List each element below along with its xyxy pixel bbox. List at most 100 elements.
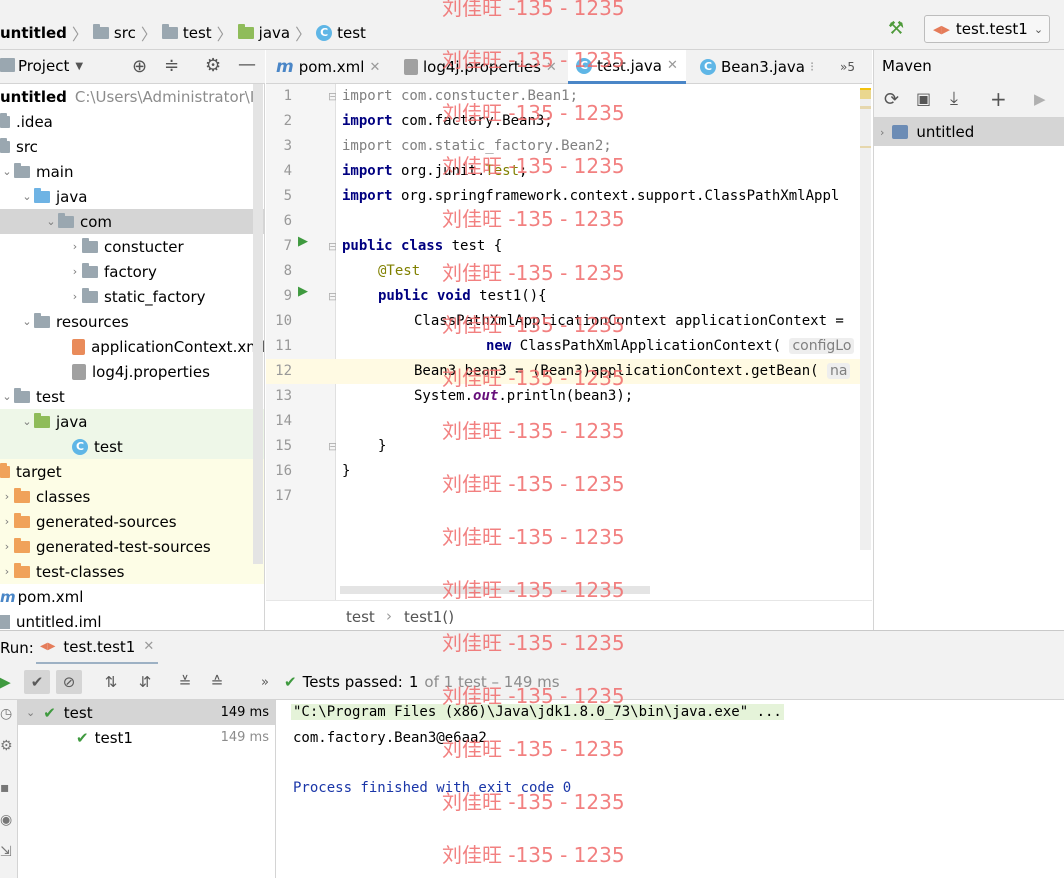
show-ignored-icon[interactable]: ⊘ (56, 670, 82, 694)
chevron-right-icon[interactable]: › (68, 240, 82, 253)
chevron-down-icon[interactable]: ⌄ (44, 215, 58, 228)
tab-pom-xml[interactable]: m pom.xml ✕ (276, 50, 380, 84)
tree-item-com[interactable]: ⌄ com (0, 209, 264, 234)
class-icon: C (576, 57, 592, 74)
chevron-right-icon[interactable]: › (68, 265, 82, 278)
stop-icon[interactable]: ◷ (0, 706, 12, 722)
sort-duration-icon[interactable]: ⇵ (132, 670, 158, 694)
tree-item-idea[interactable]: .idea (0, 109, 264, 134)
tab-test-java[interactable]: C test.java ✕ (568, 50, 686, 84)
editor-marker-strip[interactable] (860, 84, 872, 600)
tree-item-classes[interactable]: › classes (0, 484, 264, 509)
tree-item-main[interactable]: ⌄ main (0, 159, 264, 184)
run-toolbar: ▶ ✔ ⊘ ⇅ ⇵ ≚ ≙ » ✔ Tests passed: 1 of 1 t… (0, 664, 1064, 700)
rerun-icon[interactable]: ▶ (0, 670, 18, 694)
run-tab[interactable]: ◀▶ test.test1 ✕ (36, 631, 159, 665)
close-icon[interactable]: ✕ (143, 639, 154, 654)
close-icon[interactable]: ✕ (546, 60, 557, 75)
chevron-down-icon[interactable]: ⌄ (26, 706, 35, 719)
expand-all-icon[interactable]: ≚ (172, 670, 198, 694)
tree-item-applicationcontext[interactable]: applicationContext.xml (0, 334, 265, 359)
chevron-down-icon[interactable]: ⌄ (0, 165, 14, 178)
horizontal-scrollbar[interactable] (340, 586, 650, 594)
tree-item-root[interactable]: untitled C:\Users\Administrator\IdeaProj… (0, 84, 264, 109)
tree-item-label: applicationContext.xml (91, 337, 265, 356)
breadcrumb-class[interactable]: test (337, 24, 366, 42)
more-icon[interactable]: » (252, 670, 278, 694)
tree-item-test-class[interactable]: C test (0, 434, 264, 459)
run-config-dropdown[interactable]: ◀▶ test.test1 ⌄ (924, 15, 1050, 43)
chevron-down-icon[interactable]: ⌄ (20, 415, 34, 428)
breadcrumb-method[interactable]: test1() (404, 608, 454, 626)
run-maven-icon[interactable]: ▶ (1034, 90, 1046, 108)
test-suite-row[interactable]: ⌄ ✔ test 149 ms (18, 700, 275, 725)
close-icon[interactable]: ✕ (667, 58, 678, 73)
project-view-selector[interactable]: Project ▼ (18, 57, 83, 75)
code-editor[interactable]: import com.constucter.Bean1; import com.… (336, 84, 860, 600)
tree-item-pom[interactable]: m pom.xml (0, 584, 264, 609)
breadcrumb-project[interactable]: untitled (0, 24, 67, 42)
project-scrollbar[interactable] (253, 84, 263, 564)
add-icon[interactable]: + (990, 87, 1007, 111)
settings-icon[interactable]: ⚙ (0, 738, 13, 754)
tab-bean3-java[interactable]: C Bean3.java ⁝ (700, 50, 814, 84)
show-passed-icon[interactable]: ✔ (24, 670, 50, 694)
tree-item-static-factory[interactable]: › static_factory (0, 284, 264, 309)
breadcrumb-java[interactable]: java (259, 24, 290, 42)
tree-item-test-classes[interactable]: › test-classes (0, 559, 264, 584)
breadcrumb-class[interactable]: test (346, 608, 375, 626)
tree-item-label: java (56, 187, 88, 206)
tree-item-src[interactable]: src (0, 134, 264, 159)
maven-project-item[interactable]: › untitled (874, 118, 1064, 146)
breadcrumb-src[interactable]: src (114, 24, 136, 42)
breadcrumb-test[interactable]: test (183, 24, 212, 42)
chevron-right-icon[interactable]: › (880, 126, 884, 139)
collapse-all-icon[interactable]: ≑ (164, 55, 179, 76)
chevron-down-icon[interactable]: ⌄ (20, 190, 34, 203)
generate-sources-icon[interactable]: ▣ (916, 89, 931, 108)
tree-item-java-test[interactable]: ⌄ java (0, 409, 264, 434)
check-icon: ✔ (284, 673, 297, 691)
tab-log4j-properties[interactable]: log4j.properties ✕ (404, 50, 557, 84)
chevron-right-icon[interactable]: › (0, 490, 14, 503)
tree-item-test-dir[interactable]: ⌄ test (0, 384, 264, 409)
tree-item-generated-test-sources[interactable]: › generated-test-sources (0, 534, 264, 559)
run-gutter-icon[interactable]: ▶ (298, 234, 308, 249)
refresh-icon[interactable]: ⟳ (884, 89, 899, 110)
run-gutter-icon[interactable]: ▶ (298, 284, 308, 299)
locate-icon[interactable]: ⊕ (132, 56, 147, 77)
chevron-right-icon[interactable]: › (68, 290, 82, 303)
build-hammer-icon[interactable]: ⚒ (888, 18, 910, 40)
tree-item-factory[interactable]: › factory (0, 259, 264, 284)
tree-item-target[interactable]: target (0, 459, 264, 484)
run-tab-label: test.test1 (63, 637, 136, 656)
close-icon[interactable]: ✕ (369, 60, 380, 75)
tree-item-label: main (36, 162, 74, 181)
console-output[interactable]: "C:\Program Files (x86)\Java\jdk1.8.0_73… (277, 700, 1064, 878)
test-case-row[interactable]: ✔ test1 149 ms (18, 725, 275, 750)
chevron-down-icon[interactable]: ⌄ (0, 390, 14, 403)
tab-overflow-label: »5 (840, 60, 855, 74)
chevron-right-icon[interactable]: › (0, 565, 14, 578)
chevron-down-icon[interactable]: ⌄ (20, 315, 34, 328)
tab-overflow-button[interactable]: »5 (840, 50, 855, 84)
collapse-all-icon[interactable]: ≙ (204, 670, 230, 694)
tree-item-constucter[interactable]: › constucter (0, 234, 264, 259)
tree-item-generated-sources[interactable]: › generated-sources (0, 509, 264, 534)
download-icon[interactable]: ⤓ (950, 88, 958, 109)
sort-alpha-icon[interactable]: ⇅ (98, 670, 124, 694)
tree-item-resources[interactable]: ⌄ resources (0, 309, 264, 334)
chevron-right-icon[interactable]: › (0, 540, 14, 553)
tree-item-java-main[interactable]: ⌄ java (0, 184, 264, 209)
camera-icon[interactable]: ◉ (0, 812, 12, 828)
test-folder-icon (237, 24, 254, 39)
export-icon[interactable]: ⇲ (0, 844, 12, 860)
close-icon[interactable]: ⁝ (810, 60, 814, 75)
minimize-icon[interactable]: — (238, 54, 256, 75)
gear-icon[interactable]: ⚙ (205, 55, 221, 76)
tree-item-log4j[interactable]: log4j.properties (0, 359, 264, 384)
pin-icon[interactable]: ▪ (0, 780, 10, 796)
chevron-right-icon[interactable]: › (0, 515, 14, 528)
tree-item-iml[interactable]: untitled.iml (0, 609, 264, 630)
vertical-scrollbar[interactable] (860, 90, 871, 550)
